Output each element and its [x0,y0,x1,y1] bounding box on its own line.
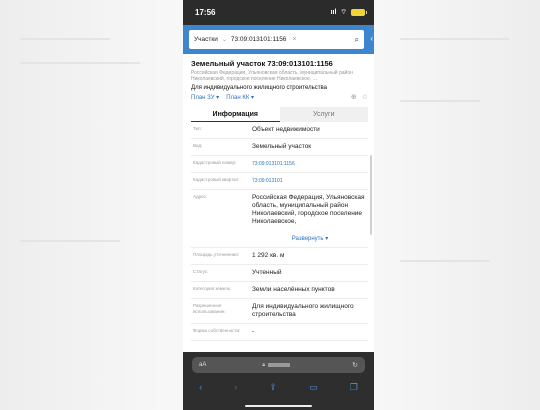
row-label: Кадастровый номер: [193,160,237,165]
collapse-panel-icon[interactable]: ‹ [370,34,373,43]
row-label: Форма собственности: [193,328,241,333]
background-line [20,38,110,40]
browser-bar: aA 🔒︎ ↻ ‹ › ⇪ ▭ ❐ [183,352,374,410]
row-label: Разрешенное использование: [193,303,226,314]
row-label: Площадь уточненная: [193,252,239,257]
plot-links: План ЗУ ▾ План КК ▾ ⊕ ☆ [191,93,368,101]
plan-kk-link[interactable]: План КК ▾ [226,94,254,101]
reload-icon[interactable]: ↻ [352,361,358,369]
tabs-icon[interactable]: ❐ [350,382,358,393]
table-row: Тип: Объект недвижимости [191,122,368,139]
table-row: Категория земель: Земли населённых пункт… [191,282,368,299]
table-row: Разрешенное использование: Для индивидуа… [191,299,368,324]
share-icon[interactable]: ⇪ [269,382,277,393]
row-label: Категория земель: [193,286,232,291]
row-label: Статус: [193,269,209,274]
row-value: Для индивидуального жилищного строительс… [252,303,354,318]
forward-icon[interactable]: › [234,382,237,393]
search-bar[interactable]: Участки ⌄ 73:09:013101:1156 × ⌕ [189,30,364,49]
table-row: Статус: Учтенный [191,265,368,282]
lock-icon: 🔒︎ [262,362,266,368]
table-row: Кадастровый квартал: 73:09:013101 [191,173,368,190]
plot-actions: ⊕ ☆ [351,93,368,101]
scrollbar[interactable] [370,155,372,235]
home-indicator [245,405,312,407]
plot-title: Земельный участок 73:09:013101:1156 [191,59,333,68]
search-input[interactable]: 73:09:013101:1156 [231,36,287,43]
status-icons: ııl ⌔ [330,8,367,17]
row-value: Учтенный [252,269,282,276]
plan-zu-link[interactable]: План ЗУ ▾ [191,94,219,101]
text-size-button[interactable]: aA [199,362,206,368]
tab-services[interactable]: Услуги [279,107,368,122]
search-category-select[interactable]: Участки [194,36,218,43]
table-row: Адрес: Российская Федерация, Ульяновская… [191,190,368,248]
tab-information[interactable]: Информация [191,107,280,122]
plot-card: Земельный участок 73:09:013101:1156 Росс… [183,54,374,101]
clear-icon[interactable]: × [292,36,296,43]
expand-address-link[interactable]: Развернуть ▾ [252,235,368,243]
address-bar[interactable]: aA 🔒︎ ↻ [192,357,365,373]
background-line [20,62,140,64]
row-label: Тип: [193,126,202,131]
table-row: Форма собственности: - [191,324,368,341]
table-row: Вид: Земельный участок [191,139,368,156]
battery-icon [351,9,367,16]
signal-icon: ııl [330,9,337,16]
row-value: 1 292 кв. м [252,252,285,259]
search-header: Участки ⌄ 73:09:013101:1156 × ⌕ ‹ [183,25,374,54]
row-label: Адрес: [193,194,208,199]
cadastral-number-link[interactable]: 73:09:013101:1156 [252,160,368,168]
address-text: Российская Федерация, Ульяновская област… [252,194,365,225]
back-icon[interactable]: ‹ [199,382,202,393]
table-row: Площадь уточненная: 1 292 кв. м [191,248,368,265]
row-label: Вид: [193,143,203,148]
status-time: 17:56 [195,8,216,17]
info-rows: Тип: Объект недвижимости Вид: Земельный … [191,122,368,341]
url-text [268,363,291,367]
status-bar: 17:56 ııl ⌔ [183,0,374,25]
row-value: Земли населённых пунктов [252,286,335,293]
row-value: Российская Федерация, Ульяновская област… [252,194,368,243]
browser-toolbar: ‹ › ⇪ ▭ ❐ [183,382,374,393]
zoom-icon[interactable]: ⊕ [351,93,357,101]
background-line [400,38,510,40]
cadastral-quarter-link[interactable]: 73:09:013101 [252,177,368,185]
background-line [400,260,490,262]
row-label: Кадастровый квартал: [193,177,240,182]
favorite-star-icon[interactable]: ☆ [362,93,368,101]
table-row: Кадастровый номер: 73:09:013101:1156 [191,156,368,173]
bookmarks-icon[interactable]: ▭ [309,382,318,393]
plot-address: Российская Федерация, Ульяновская област… [191,70,353,82]
row-value: Объект недвижимости [252,126,320,133]
background-line [400,100,480,102]
search-icon[interactable]: ⌕ [355,35,359,45]
row-value: - [252,328,255,335]
chevron-down-icon: ⌄ [221,37,227,43]
wifi-icon: ⌔ [340,9,347,16]
plot-use: Для индивидуального жилищного строительс… [191,85,327,91]
phone-screen: 17:56 ııl ⌔ Участки ⌄ 73:09:013101:1156 … [183,0,374,410]
row-value: Земельный участок [252,143,312,150]
background-line [20,240,120,242]
info-tabs: Информация Услуги [191,107,368,122]
